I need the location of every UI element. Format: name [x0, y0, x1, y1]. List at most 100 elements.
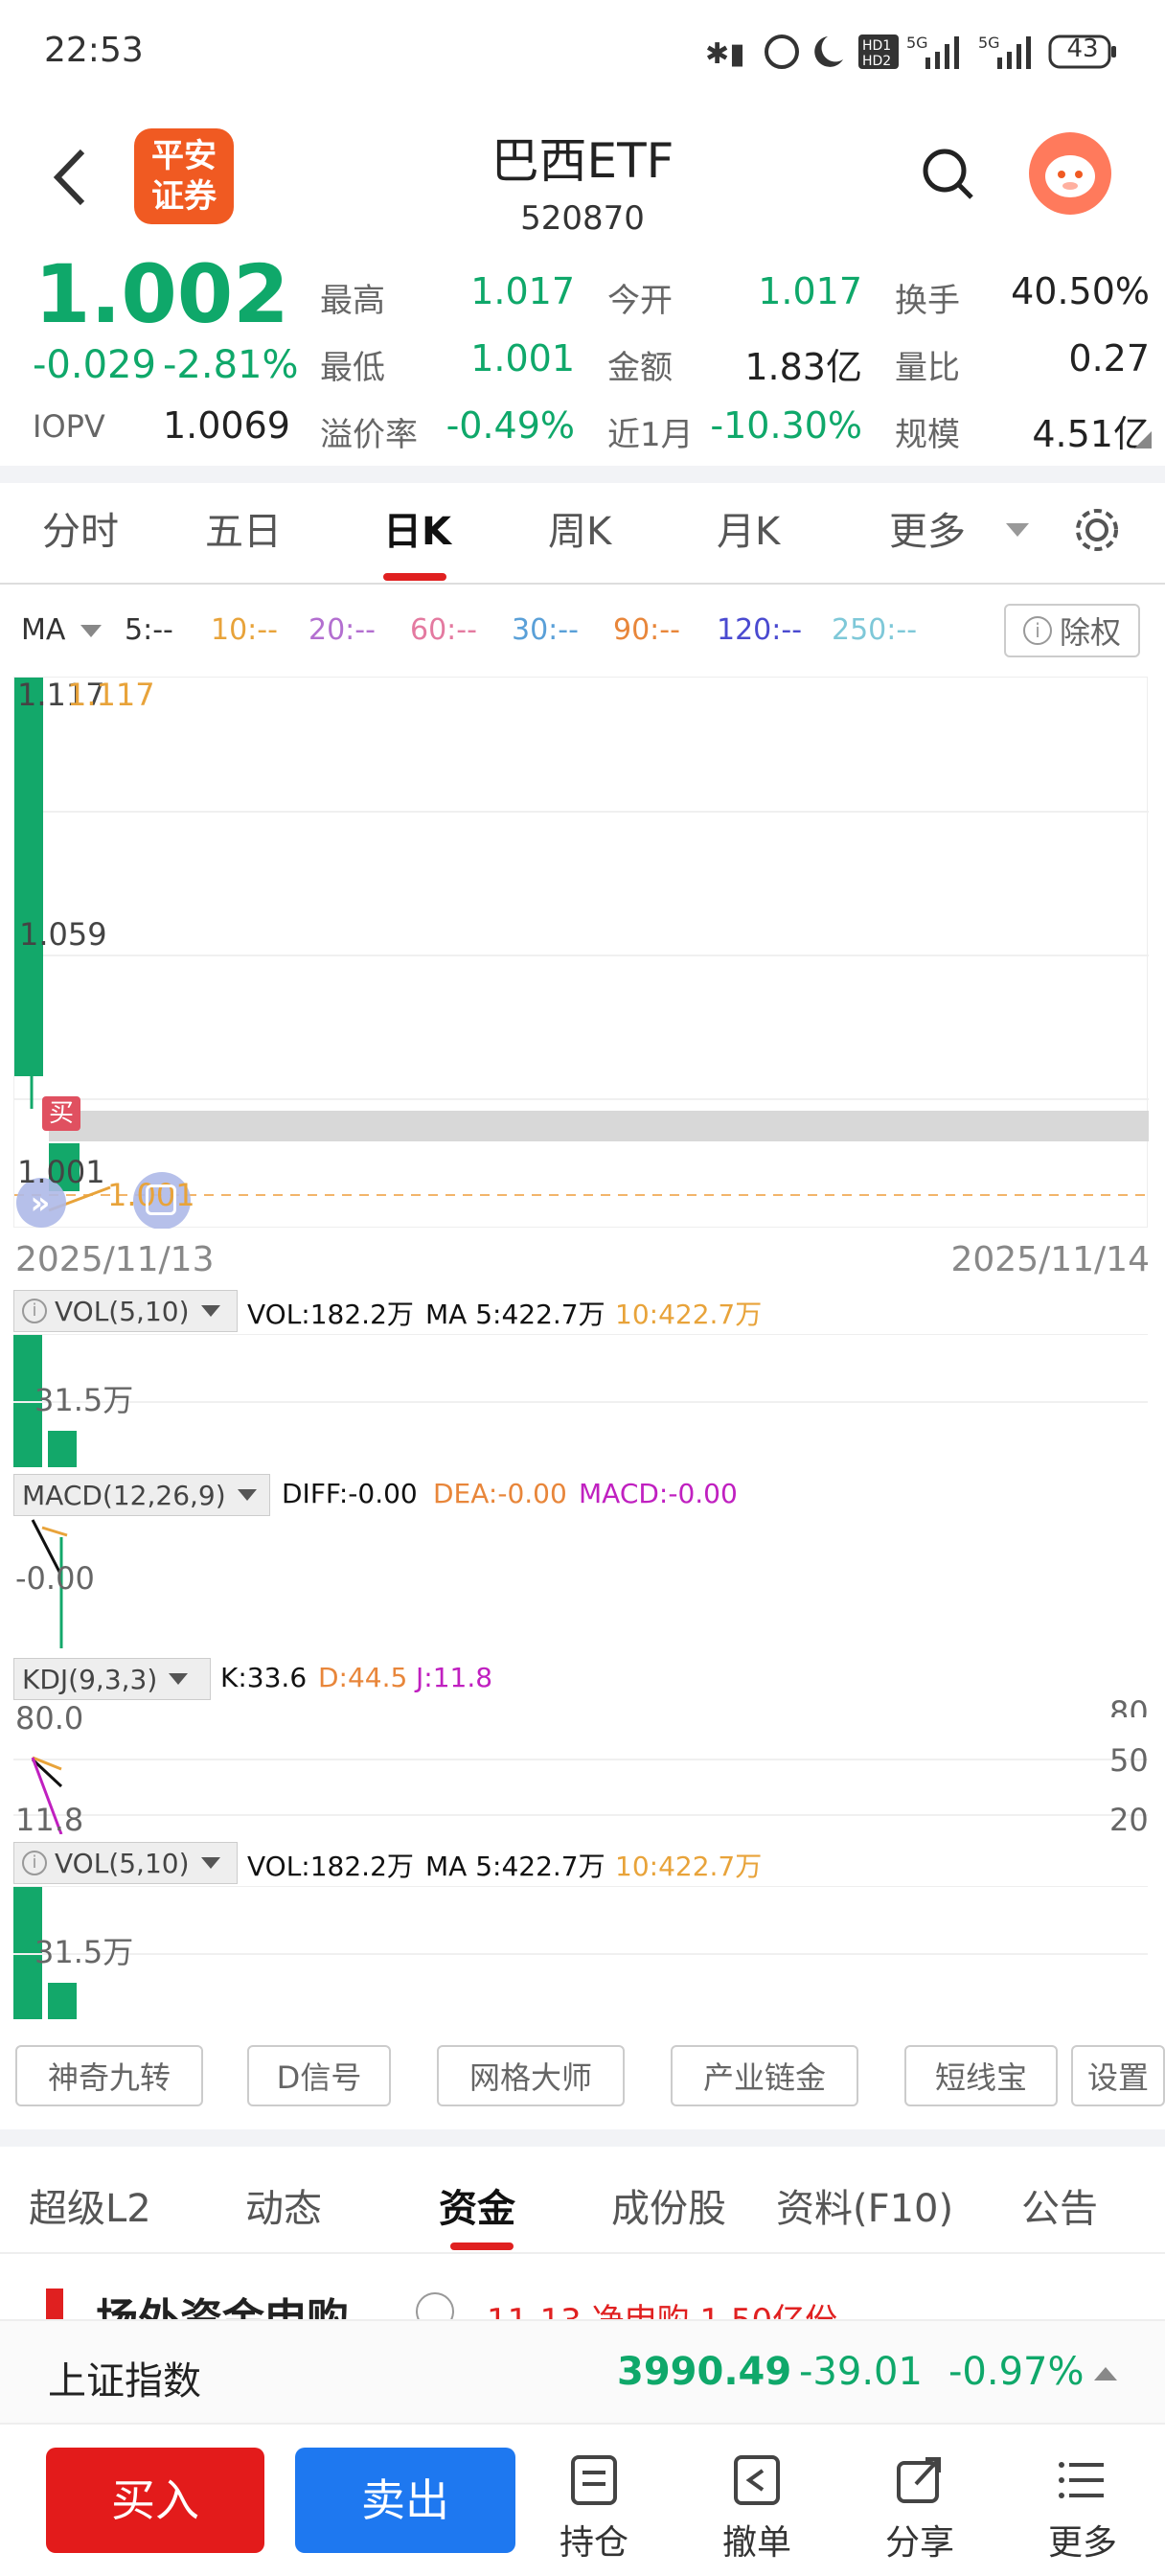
ex-rights-button[interactable]: i 除权 [1004, 604, 1140, 657]
kdj-level-80: 80 [1109, 1694, 1149, 1717]
ma-10: 10:-- [211, 613, 278, 647]
more-label: 更多 [1047, 2523, 1117, 2563]
section-marker [46, 2288, 63, 2319]
menu-icon [1059, 2462, 1104, 2498]
buy-button[interactable]: 买入 [46, 2448, 264, 2553]
vol-axis-label: 31.5万 [34, 1382, 134, 1418]
tab-f10[interactable]: 资料(F10) [776, 2177, 953, 2233]
macd-diff: DIFF:-0.00 [282, 1478, 418, 1509]
tab-monthly-k[interactable]: 月K [717, 500, 780, 556]
amount-value: 1.83亿 [744, 346, 862, 388]
tab-constituents[interactable]: 成份股 [611, 2177, 726, 2233]
tool-d-signal[interactable]: D信号 [247, 2045, 391, 2106]
tool-short-line[interactable]: 短线宝 [904, 2045, 1058, 2106]
month-value: -10.30% [710, 404, 862, 447]
vol-ma5: MA 5:422.7万 [425, 1299, 605, 1330]
macd-axis-label: -0.00 [15, 1560, 95, 1597]
macd-indicator-selector[interactable]: MACD(12,26,9) [13, 1474, 270, 1516]
expand-up-icon[interactable] [1094, 2367, 1117, 2380]
expand-corner-icon[interactable] [1134, 431, 1152, 448]
more-dropdown-icon[interactable] [1006, 523, 1029, 537]
svg-text:✱▮: ✱▮ [705, 37, 745, 71]
last-price: 1.002 [34, 247, 289, 341]
tab-weekly-k[interactable]: 周K [548, 500, 611, 556]
vol-indicator-selector-2[interactable]: i VOL(5,10) [13, 1842, 238, 1884]
search-icon[interactable] [920, 146, 977, 203]
kdj-top-label: 80.0 [15, 1700, 84, 1736]
macd-indicator-label: MACD(12,26,9) [22, 1479, 226, 1511]
info-icon: i [22, 1851, 47, 1875]
ma-5: 5:-- [125, 613, 173, 647]
macd-chart [13, 1518, 1148, 1652]
index-change: -39.01 [799, 2350, 923, 2394]
tab-super-l2[interactable]: 超级L2 [29, 2177, 151, 2233]
kdj-k: K:33.6 [220, 1662, 308, 1693]
divider [0, 2129, 1165, 2147]
svg-text:HD2: HD2 [862, 54, 891, 69]
high-label: 最高 [320, 282, 385, 320]
active-content-indicator [450, 2242, 514, 2250]
avatar[interactable] [1029, 132, 1111, 215]
turnover-value: 40.50% [1011, 270, 1150, 312]
index-bar[interactable]: 上证指数 3990.49 -39.01 -0.97% [0, 2319, 1165, 2425]
tool-industry-chain[interactable]: 产业链金 [671, 2045, 858, 2106]
document-icon [571, 2455, 617, 2505]
vol2-ma10: 10:422.7万 [615, 1851, 763, 1882]
tool-settings[interactable]: 设置 [1071, 2045, 1165, 2106]
tab-more[interactable]: 更多 [889, 500, 966, 556]
ma-30: 30:-- [512, 613, 579, 647]
open-label: 今开 [607, 282, 673, 320]
tab-news[interactable]: 动态 [245, 2177, 322, 2233]
macd-dea: DEA:-0.00 [433, 1478, 567, 1509]
battery-level: 43 [1066, 34, 1099, 63]
open-value: 1.017 [758, 270, 862, 312]
ma-label[interactable]: MA [21, 613, 65, 647]
share-button[interactable]: 分享 [872, 2453, 968, 2568]
kdj-indicator-selector[interactable]: KDJ(9,3,3) [13, 1658, 211, 1700]
share-icon [897, 2457, 941, 2503]
index-value: 3990.49 [617, 2350, 792, 2394]
tool-magic-nine[interactable]: 神奇九转 [15, 2045, 203, 2106]
collapse-left-icon[interactable]: » [13, 1184, 67, 1223]
ma-dropdown-icon[interactable] [80, 625, 102, 637]
vol-indicator-label-2: VOL(5,10) [55, 1847, 190, 1879]
ma-20: 20:-- [308, 613, 376, 647]
ma-90: 90:-- [613, 613, 680, 647]
vol-value: VOL:182.2万 [247, 1299, 414, 1330]
tab-daily-k[interactable]: 日K [383, 500, 451, 556]
cancel-order-button[interactable]: 撤单 [709, 2453, 805, 2568]
low-label: 最低 [320, 349, 385, 387]
kline-chart[interactable] [13, 677, 1149, 1230]
kdj-indicator-label: KDJ(9,3,3) [22, 1663, 158, 1695]
funds-row[interactable]: 场外资金申购 11-13 净申购 1.50亿份 [0, 2281, 1165, 2319]
tab-five-day[interactable]: 五日 [205, 500, 282, 556]
share-label: 分享 [884, 2523, 954, 2563]
tab-funds[interactable]: 资金 [439, 2177, 515, 2233]
svg-text:5G: 5G [906, 34, 928, 52]
buy-signal-tag: 买 [42, 1096, 80, 1131]
ma-250: 250:-- [832, 613, 918, 647]
reset-zoom-icon[interactable] [146, 1184, 176, 1215]
vol2-axis-label: 31.5万 [34, 1934, 134, 1970]
tool-grid-master[interactable]: 网格大师 [437, 2045, 625, 2106]
vol-indicator-selector[interactable]: i VOL(5,10) [13, 1290, 238, 1332]
scale-label: 规模 [895, 416, 960, 454]
ma-60: 60:-- [410, 613, 477, 647]
more-button[interactable]: 更多 [1035, 2453, 1131, 2568]
page-title: 巴西ETF [491, 133, 674, 189]
active-tab-indicator [383, 573, 446, 581]
month-label: 近1月 [607, 416, 694, 454]
gear-icon[interactable] [1071, 504, 1123, 556]
positions-button[interactable]: 持仓 [546, 2453, 642, 2568]
undo-icon [734, 2455, 780, 2505]
volume-chart [13, 1334, 1148, 1468]
date-left: 2025/11/13 [15, 1240, 215, 1279]
divider [0, 2252, 1165, 2254]
tab-intraday[interactable]: 分时 [42, 500, 119, 556]
tab-announcements[interactable]: 公告 [1021, 2177, 1098, 2233]
info-icon[interactable] [416, 2292, 454, 2319]
iopv-value: 1.0069 [163, 404, 290, 447]
status-time: 22:53 [44, 31, 144, 70]
sell-button[interactable]: 卖出 [295, 2448, 515, 2553]
premium-label: 溢价率 [320, 416, 418, 454]
